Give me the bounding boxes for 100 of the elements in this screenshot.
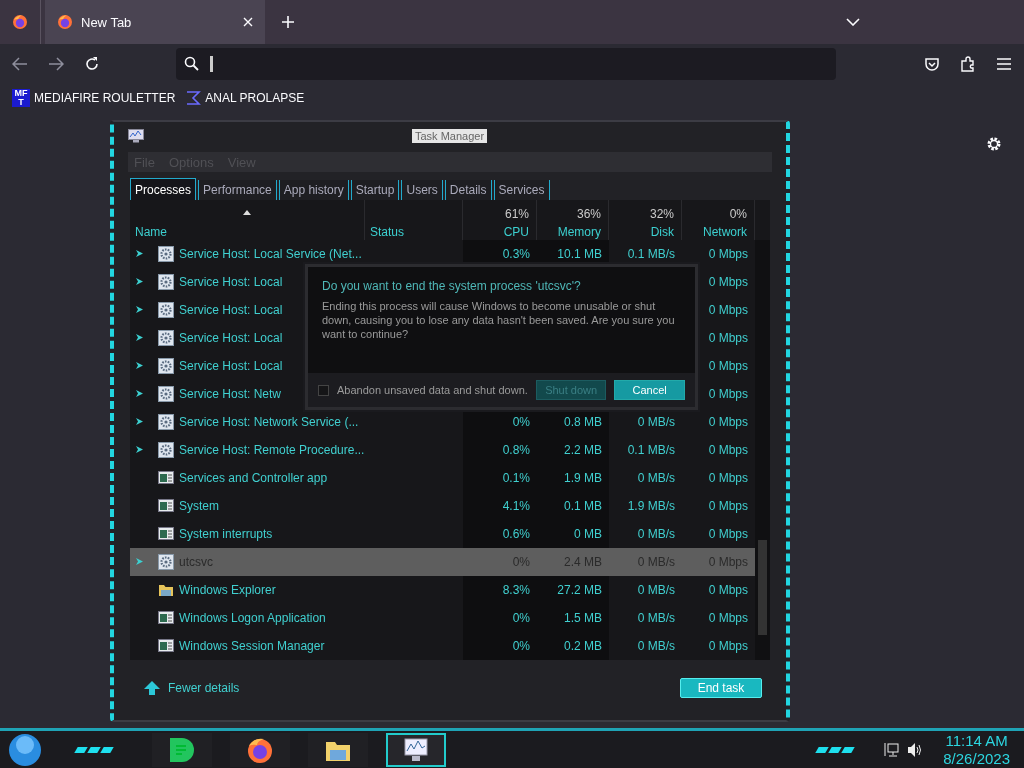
table-cell: 0.1 MB/s [627,247,675,261]
gear-icon [158,330,174,346]
window-title: Task Manager [412,129,488,143]
table-cell: 0 Mbps [708,359,748,373]
usage-percent: 0% [729,207,747,221]
process-row[interactable]: Windows Logon Application 0% 1.5 MB 0 MB/s 0 Mbps [130,604,755,632]
checkbox[interactable] [318,384,329,396]
table-cell: 0 Mbps [708,527,748,541]
pocket-icon[interactable] [924,56,940,72]
gear-icon [158,414,174,430]
reload-icon[interactable] [84,56,100,72]
expand-arrow-icon[interactable] [135,389,144,398]
process-row[interactable]: Windows Explorer 8.3% 27.2 MB 0 MB/s 0 Mbps [130,576,755,604]
address-field[interactable] [176,48,836,80]
table-cell: 4.1% [502,499,530,513]
light-strip [76,746,112,753]
gear-icon [158,302,174,318]
expand-arrow-icon[interactable] [135,333,144,342]
taskbar-app-button[interactable] [152,732,212,767]
search-icon [184,56,199,71]
puzzle-icon[interactable] [960,56,976,72]
monitor-icon [128,129,144,143]
column-header[interactable]: Name [135,225,167,239]
process-name: Service Host: Local [179,358,283,375]
bookmark-link[interactable]: ANAL PROLAPSE [185,90,305,106]
expand-arrow-icon[interactable] [135,277,144,286]
process-name: Service Host: Network Service (... [179,414,359,431]
taskbar-app-button[interactable] [386,732,446,767]
fewer-details-link[interactable]: Fewer details [138,680,246,696]
table-cell: 1.9 MB [564,471,602,485]
column-header[interactable]: Disk [650,225,674,239]
taskbar-app-button[interactable] [230,732,290,767]
table-cell: 0.1% [502,471,530,485]
table-cell: 0 Mbps [708,387,748,401]
table-cell: 0 MB/s [637,583,675,597]
window-icon [158,526,174,542]
settings-icon[interactable] [986,136,1002,152]
process-row[interactable]: Windows Session Manager 0% 0.2 MB 0 MB/s 0 Mbps [130,632,755,660]
clock-date: 8/26/2023 [943,749,1010,768]
text-cursor [210,56,213,72]
bookmark-favicon: MF T [12,89,30,107]
tab[interactable]: Services [493,180,550,200]
usage-percent: 61% [504,207,529,221]
table-cell: 0 Mbps [708,331,748,345]
browser-tab[interactable]: New Tab [45,0,265,44]
table-cell: 0.2 MB [564,639,602,653]
new-tab-icon[interactable] [281,15,295,29]
process-name: Service Host: Local [179,330,283,347]
firefox-icon [57,14,73,30]
gear-icon [158,386,174,402]
clock[interactable]: 11:14 AM 8/26/2023 [937,730,1016,768]
sort-arrow-icon [243,210,251,215]
process-name: System [179,498,219,515]
column-header[interactable]: Memory [557,225,601,239]
column-header[interactable]: CPU [503,225,529,239]
process-row[interactable]: System interrupts 0.6% 0 MB 0 MB/s 0 Mbps [130,520,755,548]
process-row[interactable]: System 4.1% 0.1 MB 1.9 MB/s 0 Mbps [130,492,755,520]
window-icon [158,610,174,626]
table-cell: 0 MB/s [637,639,675,653]
table-cell: 0 Mbps [708,639,748,653]
expand-arrow-icon[interactable] [135,361,144,370]
tab[interactable]: Details [444,180,492,200]
back-arrow-icon[interactable] [12,57,28,71]
usage-percent: 36% [576,207,601,221]
taskbar-app-button[interactable] [308,732,368,767]
speaker-icon[interactable] [907,741,924,758]
tab[interactable]: Startup [350,180,400,200]
expand-arrow-icon[interactable] [135,305,144,314]
notes-app-icon [168,735,196,764]
process-row[interactable]: Service Host: Remote Procedure... 0.8% 2.2 MB 0.1 MB/s 0 Mbps [130,436,755,464]
close-icon[interactable] [243,17,253,27]
network-icon[interactable] [883,741,900,758]
forward-arrow-icon[interactable] [48,57,64,71]
folder-icon [158,582,174,598]
dialog-message: Ending this process will cause Windows to become unusable or shut down, causing you to lose any data hasn't been saved. Are you sure you want to continue? [321,299,676,342]
chevron-down-icon[interactable] [846,18,860,26]
table-cell: 0 Mbps [708,471,748,485]
table-cell: 0.1 MB [564,499,602,513]
table-cell: 0.3% [502,247,530,261]
tab[interactable]: Performance [198,180,277,200]
tab[interactable]: Processes [130,178,197,200]
tab[interactable]: Users [401,180,443,200]
firefox-icon[interactable] [12,14,28,30]
monitor-icon [402,735,430,764]
window-icon [158,470,174,486]
light-strip [817,746,854,753]
process-name: Service Host: Local [179,274,283,291]
process-name: Services and Controller app [179,470,328,487]
start-orb-icon[interactable] [8,732,42,767]
tab[interactable]: App history [278,180,349,200]
expand-arrow-icon[interactable] [135,249,144,258]
table-cell: 0% [512,415,530,429]
column-header[interactable]: Status [370,225,405,239]
checkbox-label: Abandon unsaved data and shut down. [337,384,528,396]
column-header[interactable]: Network [703,225,747,239]
expand-arrow-icon[interactable] [135,445,144,454]
gear-icon [158,554,174,570]
menu-icon[interactable] [996,57,1012,71]
expand-arrow-icon[interactable] [135,417,144,426]
process-row[interactable]: Services and Controller app 0.1% 1.9 MB 0 MB/s 0 Mbps [130,464,755,492]
